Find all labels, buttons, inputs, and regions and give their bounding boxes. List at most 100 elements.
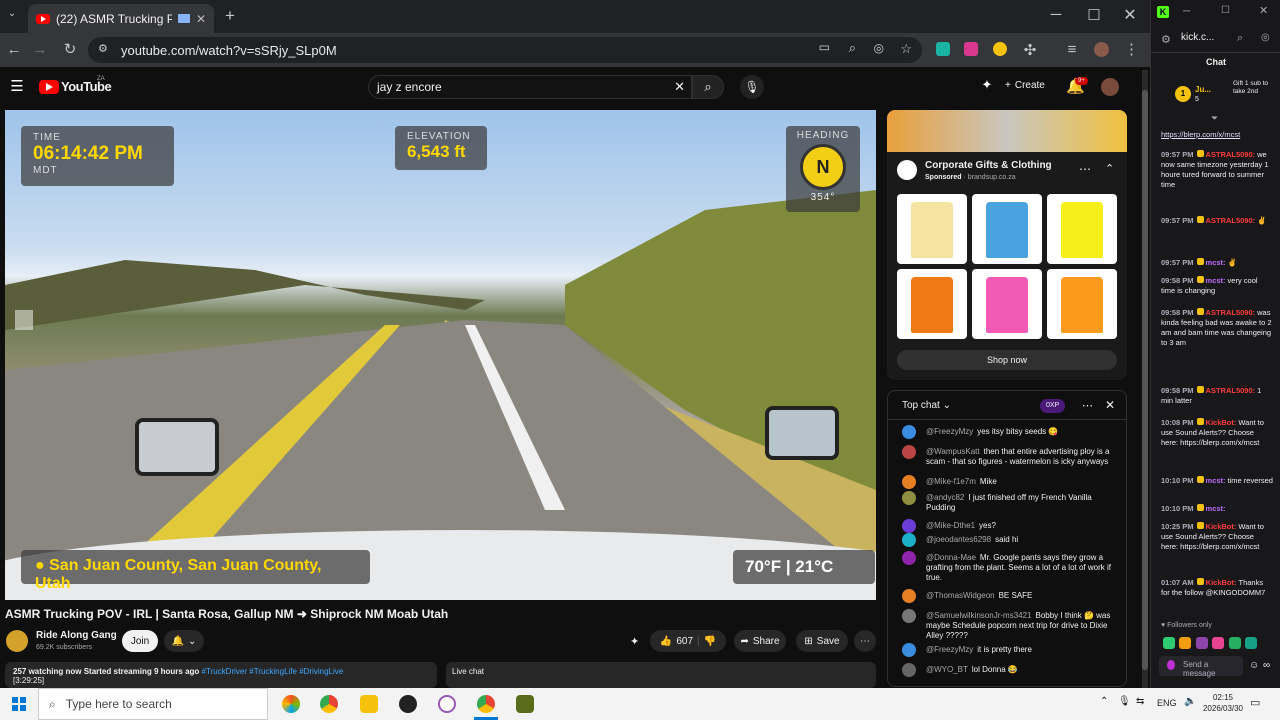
- chat-more-icon[interactable]: ⋯: [1082, 399, 1093, 412]
- tab-search-chevron-icon[interactable]: ⌄: [4, 8, 20, 19]
- kick-url[interactable]: kick.c...: [1181, 32, 1214, 43]
- dislike-icon[interactable]: 👎: [704, 636, 716, 647]
- live-chat-replay-bar[interactable]: Live chat: [446, 662, 876, 688]
- product-shirt-4[interactable]: [897, 269, 967, 339]
- panel-minimize-icon[interactable]: ─: [1183, 6, 1190, 17]
- voice-search-icon[interactable]: 🎙: [740, 75, 764, 99]
- minimize-window-icon[interactable]: ─: [1048, 6, 1064, 23]
- kick-message-text[interactable]: https://blerp.com/x/mcst: [1161, 130, 1240, 139]
- kick-username[interactable]: KickBot:: [1206, 522, 1237, 531]
- clear-search-icon[interactable]: ✕: [674, 79, 685, 95]
- address-bar[interactable]: ⚙ youtube.com/watch?v=sSRjy_SLp0M ☆ ◎ ⌕ …: [88, 37, 922, 63]
- kick-username[interactable]: ASTRAL5090:: [1206, 216, 1256, 225]
- panel-eye-off-icon[interactable]: ◎: [1261, 32, 1270, 43]
- emote-icon[interactable]: [1228, 637, 1241, 649]
- chat-author[interactable]: @joeodantes6298: [926, 535, 991, 544]
- search-button[interactable]: ⌕: [692, 75, 724, 99]
- chat-avatar[interactable]: [902, 475, 916, 489]
- subscribe-bell-button[interactable]: 🔔 ⌄: [164, 630, 204, 652]
- emote-picker-icon[interactable]: ☺: [1249, 660, 1259, 671]
- chat-author[interactable]: @Mike-Dthe1: [926, 521, 975, 530]
- chat-author[interactable]: @FreezyMzy: [926, 427, 973, 436]
- emote-icon[interactable]: [1245, 637, 1258, 649]
- chat-avatar[interactable]: [902, 519, 916, 533]
- more-actions-button[interactable]: ⋯: [854, 630, 876, 652]
- emote-icon[interactable]: [1195, 637, 1208, 649]
- emote-icon[interactable]: [1163, 637, 1175, 649]
- eye-off-icon[interactable]: ◎: [874, 41, 884, 55]
- site-info-icon[interactable]: ⚙: [98, 42, 108, 55]
- chat-author[interactable]: @WYO_BT: [926, 665, 968, 674]
- like-icon[interactable]: 👍: [660, 636, 672, 647]
- game-icon[interactable]: [516, 695, 534, 713]
- notification-center-icon[interactable]: ▭: [1250, 696, 1260, 709]
- chat-avatar[interactable]: [902, 533, 916, 547]
- reading-list-icon[interactable]: ≡: [1064, 41, 1080, 58]
- chrome-icon[interactable]: [320, 695, 338, 713]
- app-icon[interactable]: [438, 695, 456, 713]
- chat-author[interactable]: @SamuelwilkinsonJr-ms3421: [926, 611, 1032, 620]
- product-shirt-6[interactable]: [1047, 269, 1117, 339]
- chat-avatar[interactable]: [902, 445, 916, 459]
- sparkle-icon[interactable]: ✦: [979, 77, 995, 93]
- channel-avatar[interactable]: [6, 630, 28, 652]
- description-box[interactable]: 257 watching now Started streaming 9 hou…: [5, 662, 437, 688]
- shop-now-button[interactable]: Shop now: [897, 350, 1117, 370]
- chat-author[interactable]: @Mike-f1e7m: [926, 477, 976, 486]
- kick-username[interactable]: ASTRAL5090:: [1206, 308, 1256, 317]
- start-button-icon[interactable]: [12, 697, 26, 711]
- chat-avatar[interactable]: [902, 663, 916, 677]
- obs-icon[interactable]: [399, 695, 417, 713]
- chat-avatar[interactable]: [902, 551, 916, 565]
- gift-sub-button[interactable]: Gift 1 sub to take 2nd: [1233, 80, 1273, 96]
- chrome-active-icon[interactable]: [477, 695, 495, 713]
- panel-search-icon[interactable]: ⌕: [1237, 32, 1243, 45]
- advertiser-logo[interactable]: [897, 160, 917, 180]
- kick-username[interactable]: mcst:: [1206, 276, 1226, 285]
- clip-sparkle-icon[interactable]: ✦: [630, 635, 639, 648]
- top-chat-dropdown[interactable]: Top chat ⌄: [902, 400, 951, 411]
- chat-author[interactable]: @Donna-Mae: [926, 553, 976, 562]
- chat-settings-icon[interactable]: ∞: [1263, 660, 1270, 671]
- file-explorer-icon[interactable]: [360, 695, 378, 713]
- chat-author[interactable]: @ThomasWidgeon: [926, 591, 995, 600]
- emote-icon[interactable]: [1212, 637, 1225, 649]
- chat-author[interactable]: @andyc82: [926, 493, 964, 502]
- save-button[interactable]: ⊞ Save: [796, 630, 848, 652]
- browser-tab-active[interactable]: (22) ASMR Trucking POV - I ✕: [28, 4, 214, 33]
- chat-avatar[interactable]: [902, 425, 916, 439]
- kick-username[interactable]: mcst:: [1206, 258, 1226, 267]
- kick-username[interactable]: KickBot:: [1206, 418, 1237, 427]
- forward-icon[interactable]: →: [32, 41, 48, 58]
- chat-avatar[interactable]: [902, 609, 916, 623]
- youtube-logo-icon[interactable]: [39, 80, 59, 94]
- taskbar-search-box[interactable]: ⌕ Type here to search: [38, 688, 268, 720]
- clock[interactable]: 02:15 2026/03/30: [1200, 692, 1246, 714]
- reload-icon[interactable]: ↻: [62, 40, 78, 58]
- share-button[interactable]: ➦ Share: [734, 630, 786, 652]
- browser-menu-icon[interactable]: ⋮: [1124, 40, 1139, 58]
- panel-settings-icon[interactable]: ⚙: [1161, 33, 1171, 46]
- zoom-icon[interactable]: ⌕: [849, 40, 856, 56]
- chat-author[interactable]: @FreezyMzy: [926, 645, 973, 654]
- panel-maximize-icon[interactable]: ☐: [1221, 5, 1230, 16]
- create-button[interactable]: + Create: [1005, 80, 1045, 91]
- emote-row[interactable]: [1163, 636, 1273, 649]
- join-button[interactable]: Join: [122, 630, 158, 652]
- emote-icon[interactable]: [1179, 637, 1192, 649]
- product-shirt-5[interactable]: [972, 269, 1042, 339]
- product-shirt-2[interactable]: [972, 194, 1042, 264]
- copilot-icon[interactable]: [282, 695, 300, 713]
- extension-3-icon[interactable]: [993, 42, 1007, 56]
- tab-close-icon[interactable]: ✕: [196, 12, 206, 26]
- channel-name[interactable]: Ride Along Gang: [36, 630, 117, 641]
- chat-avatar[interactable]: [902, 491, 916, 505]
- new-tab-button[interactable]: +: [222, 6, 238, 26]
- kick-username[interactable]: ASTRAL5090:: [1206, 150, 1256, 159]
- hamburger-menu-icon[interactable]: ☰: [9, 77, 25, 95]
- network-tray-icon[interactable]: ⇆: [1136, 696, 1144, 707]
- filter-icon[interactable]: ⏷: [1211, 113, 1218, 124]
- kick-username[interactable]: mcst:: [1206, 476, 1226, 485]
- video-player[interactable]: TIME 06:14:42 PM MDT ELEVATION 6,543 ft …: [5, 110, 876, 600]
- kick-username[interactable]: ASTRAL5090:: [1206, 386, 1256, 395]
